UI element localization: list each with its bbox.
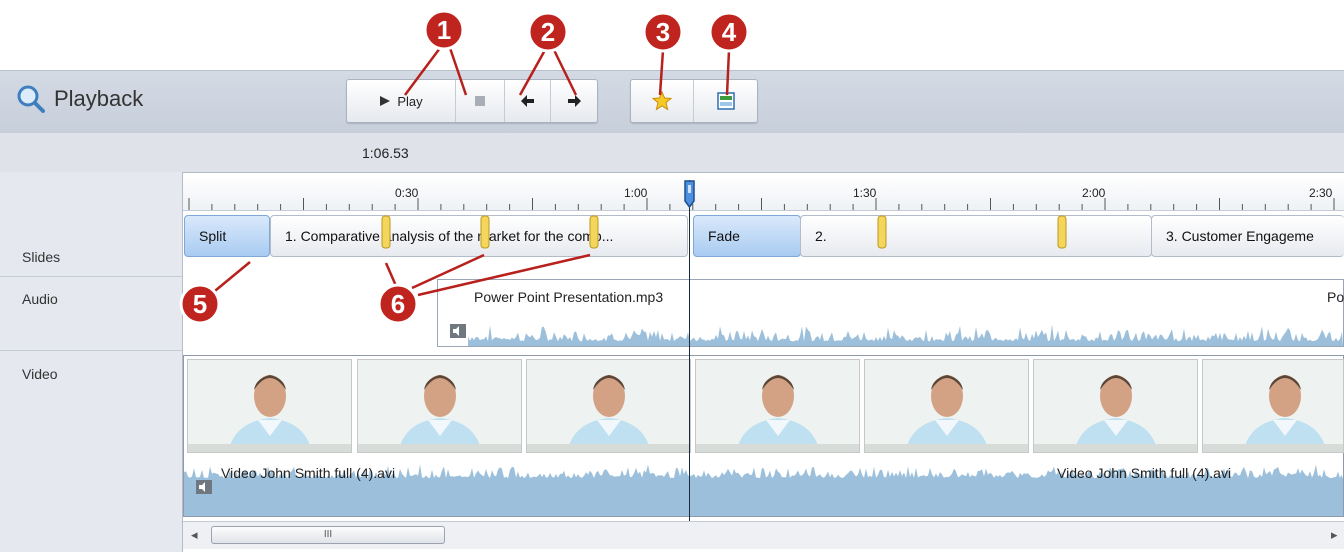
ruler-ticks bbox=[188, 198, 1335, 210]
panel-title: Playback bbox=[16, 84, 143, 114]
speaker-icon[interactable] bbox=[196, 480, 212, 494]
svg-text:1: 1 bbox=[437, 15, 451, 45]
slide-transition-split[interactable]: Split bbox=[184, 215, 270, 257]
play-icon bbox=[380, 96, 391, 106]
slide-marker[interactable] bbox=[589, 212, 599, 252]
horizontal-scrollbar[interactable]: ◂ III ▸ bbox=[183, 521, 1344, 549]
transport-controls: Play bbox=[346, 79, 598, 123]
tick-label: 1:30 bbox=[853, 186, 877, 200]
stop-icon bbox=[475, 96, 485, 106]
add-marker-button[interactable] bbox=[631, 80, 694, 122]
slide-marker[interactable] bbox=[1057, 212, 1067, 252]
timecode: 1:06.53 bbox=[362, 145, 409, 161]
arrow-left-icon bbox=[520, 95, 534, 107]
svg-text:2: 2 bbox=[541, 17, 555, 47]
callout-badge-5: 5 bbox=[179, 283, 221, 325]
audio-clip-name: Power Point Presentation.mp3 bbox=[474, 289, 664, 305]
slide-marker[interactable] bbox=[381, 212, 391, 252]
star-icon bbox=[652, 91, 672, 111]
playhead-line bbox=[689, 180, 690, 521]
playhead-handle[interactable] bbox=[683, 179, 696, 209]
video-clip-name-2: Video John Smith full (4).avi bbox=[1057, 465, 1232, 481]
play-button-label: Play bbox=[397, 93, 423, 109]
track-label-audio: Audio bbox=[22, 291, 58, 307]
tick-label: 1:00 bbox=[624, 186, 648, 200]
video-thumbnail bbox=[357, 359, 522, 453]
track-labels: Slides Audio Video bbox=[0, 172, 183, 552]
svg-text:3: 3 bbox=[656, 17, 670, 47]
video-thumbnail bbox=[1202, 359, 1344, 453]
audio-clip[interactable]: Power Point Presentation.mp3 Po bbox=[437, 279, 1344, 347]
slide-item-1[interactable]: 1. Comparative analysis of the market fo… bbox=[270, 215, 688, 257]
video-thumbnail bbox=[1033, 359, 1198, 453]
slide-item-2[interactable]: 2. bbox=[800, 215, 1152, 257]
slide-marker[interactable] bbox=[877, 212, 887, 252]
svg-text:6: 6 bbox=[391, 289, 405, 319]
svg-text:5: 5 bbox=[193, 289, 207, 319]
callout-badge-1: 1 bbox=[423, 9, 465, 51]
video-thumbnail bbox=[526, 359, 691, 453]
scrollbar-thumb[interactable]: III bbox=[211, 526, 445, 544]
slide-marker[interactable] bbox=[480, 212, 490, 252]
track-label-video: Video bbox=[22, 366, 58, 382]
callout-badge-3: 3 bbox=[642, 11, 684, 53]
speaker-icon[interactable] bbox=[450, 324, 466, 338]
track-label-slides: Slides bbox=[22, 249, 61, 265]
marker-controls bbox=[630, 79, 758, 123]
scroll-right-arrow[interactable]: ▸ bbox=[1331, 527, 1338, 543]
layout-icon bbox=[716, 92, 735, 110]
timecode-bar: 1:06.53 bbox=[0, 133, 1344, 173]
scroll-left-arrow[interactable]: ◂ bbox=[191, 527, 198, 543]
timeline-ruler[interactable]: 0:30 1:00 1:30 2:00 2:30 bbox=[183, 176, 1344, 211]
stop-button[interactable] bbox=[456, 80, 505, 122]
video-thumbnail bbox=[187, 359, 352, 453]
slide-item-3[interactable]: 3. Customer Engageme bbox=[1151, 215, 1344, 257]
tick-label: 2:30 bbox=[1309, 186, 1333, 200]
callout-badge-2: 2 bbox=[527, 11, 569, 53]
video-thumbnail bbox=[864, 359, 1029, 453]
previous-button[interactable] bbox=[505, 80, 551, 122]
video-thumbnail bbox=[695, 359, 860, 453]
play-button[interactable]: Play bbox=[347, 80, 456, 122]
magnifier-icon bbox=[17, 85, 45, 113]
svg-text:4: 4 bbox=[722, 17, 737, 47]
arrow-right-icon bbox=[567, 95, 581, 107]
panel-title-text: Playback bbox=[54, 86, 144, 111]
tick-label: 2:00 bbox=[1082, 186, 1106, 200]
callout-badge-6: 6 bbox=[377, 283, 419, 325]
audio-waveform bbox=[468, 324, 1343, 346]
video-clip-name: Video John Smith full (4).avi bbox=[221, 465, 396, 481]
callout-badge-4: 4 bbox=[708, 11, 750, 53]
layout-button[interactable] bbox=[694, 80, 757, 122]
audio-clip-name-2: Po bbox=[1327, 289, 1344, 305]
next-button[interactable] bbox=[551, 80, 596, 122]
slide-transition-fade[interactable]: Fade bbox=[693, 215, 801, 257]
tick-label: 0:30 bbox=[395, 186, 419, 200]
